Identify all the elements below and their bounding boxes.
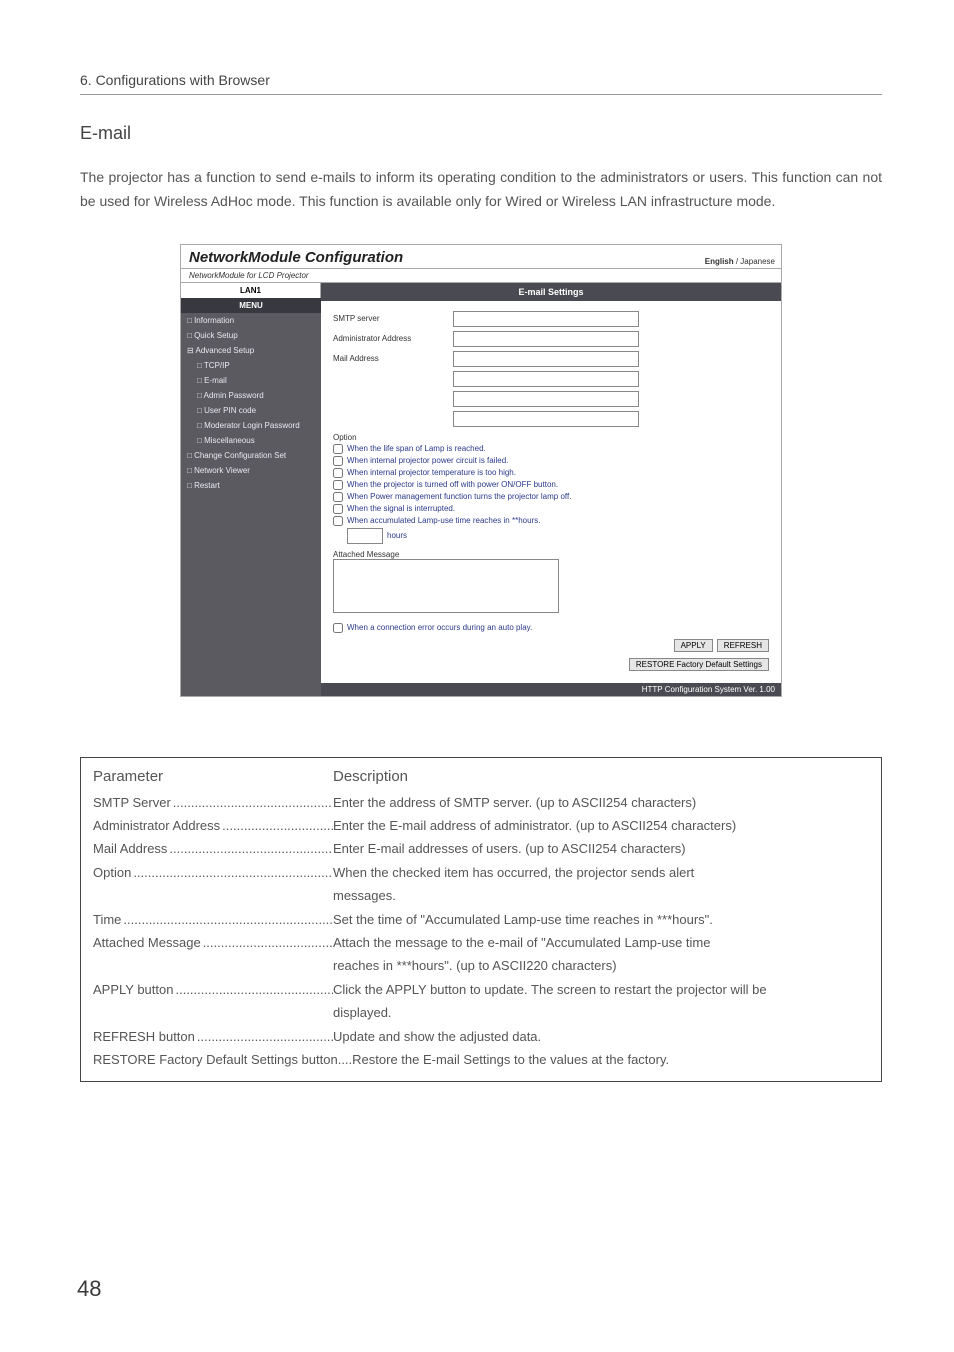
table-header-description: Description: [333, 768, 408, 785]
sidebar-item-advanced-setup[interactable]: ⊟ Advanced Setup: [181, 343, 321, 358]
row-refresh-desc: Update and show the adjusted data.: [333, 1025, 869, 1048]
sidebar-menu-label: MENU: [181, 298, 321, 313]
row-apply-desc: Click the APPLY button to update. The sc…: [333, 978, 869, 1001]
row-apply-desc2: displayed.: [333, 1001, 869, 1024]
opt-turned-off-checkbox[interactable]: [333, 480, 343, 490]
row-option-desc: When the checked item has occurred, the …: [333, 861, 869, 884]
mail-address-input-4[interactable]: [453, 411, 639, 427]
row-attach-desc2: reaches in ***hours". (up to ASCII220 ch…: [333, 954, 869, 977]
opt-temp-high-checkbox[interactable]: [333, 468, 343, 478]
sidebar-item-restart[interactable]: □ Restart: [181, 478, 321, 493]
row-admin-param: Administrator Address: [93, 818, 220, 833]
opt-lamp-life-checkbox[interactable]: [333, 444, 343, 454]
opt-power-circuit-label: When internal projector power circuit is…: [347, 456, 508, 465]
opt-lampuse-hours-label: When accumulated Lamp-use time reaches i…: [347, 516, 540, 525]
apply-button[interactable]: APPLY: [674, 639, 713, 652]
opt-conn-error-label: When a connection error occurs during an…: [347, 623, 532, 632]
sidebar-item-miscellaneous[interactable]: □ Miscellaneous: [181, 433, 321, 448]
attached-message-label: Attached Message: [333, 550, 769, 559]
opt-conn-error-checkbox[interactable]: [333, 623, 343, 633]
table-header-parameter: Parameter: [93, 768, 333, 785]
sidebar-item-change-config-set[interactable]: □ Change Configuration Set: [181, 448, 321, 463]
opt-power-circuit-checkbox[interactable]: [333, 456, 343, 466]
sidebar-item-admin-password[interactable]: □ Admin Password: [181, 388, 321, 403]
row-option-param: Option: [93, 865, 131, 880]
row-option-desc2: messages.: [333, 884, 869, 907]
row-time-param: Time: [93, 912, 121, 927]
hours-unit-label: hours: [387, 531, 407, 540]
footer-version: HTTP Configuration System Ver. 1.00: [321, 683, 781, 696]
opt-powermgmt-label: When Power management function turns the…: [347, 492, 571, 501]
row-mail-desc: Enter E-mail addresses of users. (up to …: [333, 837, 869, 860]
lang-japanese-link[interactable]: Japanese: [740, 257, 775, 266]
sidebar-item-user-pin-code[interactable]: □ User PIN code: [181, 403, 321, 418]
row-attach-desc: Attach the message to the e-mail of "Acc…: [333, 931, 869, 954]
row-restore-full: RESTORE Factory Default Settings button.…: [93, 1048, 869, 1071]
row-refresh-param: REFRESH button: [93, 1029, 195, 1044]
divider: [80, 94, 882, 95]
intro-text: The projector has a function to send e-m…: [80, 166, 882, 214]
refresh-button[interactable]: REFRESH: [717, 639, 769, 652]
row-apply-param: APPLY button: [93, 982, 173, 997]
opt-powermgmt-checkbox[interactable]: [333, 492, 343, 502]
opt-temp-high-label: When internal projector temperature is t…: [347, 468, 516, 477]
sidebar-item-quick-setup[interactable]: □ Quick Setup: [181, 328, 321, 343]
restore-defaults-button[interactable]: RESTORE Factory Default Settings: [629, 658, 769, 671]
breadcrumb: 6. Configurations with Browser: [80, 72, 882, 88]
opt-lampuse-hours-checkbox[interactable]: [333, 516, 343, 526]
parameter-table: Parameter Description SMTP Server Enter …: [80, 757, 882, 1083]
opt-signal-interrupted-label: When the signal is interrupted.: [347, 504, 455, 513]
section-title: E-mail: [80, 123, 882, 144]
row-time-desc: Set the time of "Accumulated Lamp-use ti…: [333, 908, 869, 931]
sidebar-tab-lan[interactable]: LAN1: [181, 283, 321, 298]
admin-address-input[interactable]: [453, 331, 639, 347]
window-title: NetworkModule Configuration: [189, 249, 403, 266]
opt-lamp-life-label: When the life span of Lamp is reached.: [347, 444, 486, 453]
window-subtitle: NetworkModule for LCD Projector: [181, 269, 781, 283]
hours-input[interactable]: [347, 528, 383, 544]
page-number: 48: [77, 1276, 101, 1302]
sidebar-item-email[interactable]: □ E-mail: [181, 373, 321, 388]
smtp-server-input[interactable]: [453, 311, 639, 327]
admin-address-label: Administrator Address: [333, 334, 453, 343]
row-smtp-desc: Enter the address of SMTP server. (up to…: [333, 791, 869, 814]
option-heading: Option: [333, 433, 769, 442]
mail-address-input-3[interactable]: [453, 391, 639, 407]
lang-english-link[interactable]: English: [705, 257, 734, 266]
sidebar: LAN1 MENU □ Information □ Quick Setup ⊟ …: [181, 283, 321, 696]
sidebar-item-tcpip[interactable]: □ TCP/IP: [181, 358, 321, 373]
sidebar-item-information[interactable]: □ Information: [181, 313, 321, 328]
opt-signal-interrupted-checkbox[interactable]: [333, 504, 343, 514]
sidebar-item-network-viewer[interactable]: □ Network Viewer: [181, 463, 321, 478]
mail-address-input-2[interactable]: [453, 371, 639, 387]
smtp-server-label: SMTP server: [333, 314, 453, 323]
attached-message-textarea[interactable]: [333, 559, 559, 613]
row-mail-param: Mail Address: [93, 841, 167, 856]
row-smtp-param: SMTP Server: [93, 795, 171, 810]
sidebar-item-moderator-login-password[interactable]: □ Moderator Login Password: [181, 418, 321, 433]
mail-address-input-1[interactable]: [453, 351, 639, 367]
row-admin-desc: Enter the E-mail address of administrato…: [333, 814, 869, 837]
panel-heading: E-mail Settings: [321, 283, 781, 301]
row-attach-param: Attached Message: [93, 935, 201, 950]
mail-address-label: Mail Address: [333, 354, 453, 363]
opt-turned-off-label: When the projector is turned off with po…: [347, 480, 558, 489]
config-screenshot: NetworkModule Configuration English / Ja…: [180, 244, 782, 697]
